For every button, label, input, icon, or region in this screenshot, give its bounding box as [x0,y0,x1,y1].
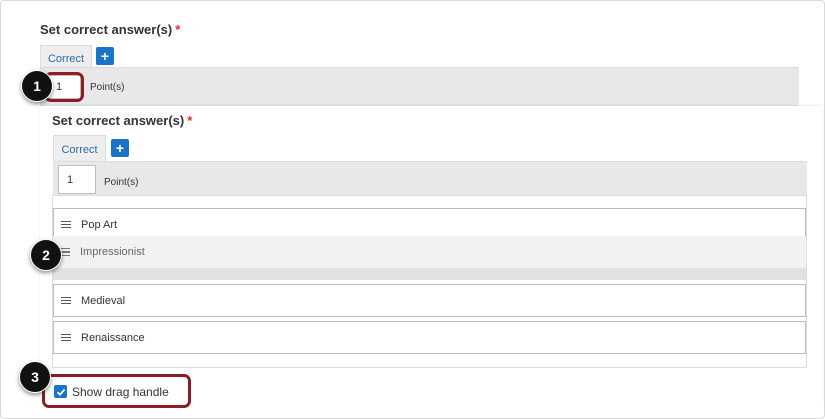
back-tab-correct-label: Correct [47,53,85,65]
list-item-medieval[interactable]: Medieval [53,284,806,317]
show-drag-handle-label[interactable]: Show drag handle [72,385,169,399]
list-item-label: Renaissance [81,331,145,344]
callout-badge-2: 2 [30,239,62,271]
front-points-label: Point(s) [104,177,139,188]
callout-badge-1: 1 [21,70,53,102]
drop-placeholder [53,268,806,280]
front-add-tab-button[interactable]: + [111,139,129,157]
list-item-label: Medieval [81,294,126,307]
drag-handle-icon[interactable] [61,296,71,305]
list-item-label: Pop Art [81,218,118,231]
callout-badge-3: 3 [19,361,51,393]
back-heading-text: Set correct answer(s) [40,22,173,37]
back-points-label: Point(s) [90,82,125,93]
list-item-label: Impressionist [80,246,145,258]
back-heading: Set correct answer(s) * [40,22,180,37]
plus-icon: + [100,48,110,64]
plus-icon: + [115,140,125,156]
front-points-input[interactable]: 1 [58,165,96,194]
back-points-bar [40,67,799,106]
drag-handle-icon[interactable] [61,220,71,229]
back-required-mark: * [175,22,181,37]
front-heading-text: Set correct answer(s) [52,113,185,128]
list-item-renaissance[interactable]: Renaissance [53,321,806,354]
front-points-value: 1 [67,173,74,186]
front-heading: Set correct answer(s) * [52,113,192,128]
show-drag-handle-checkbox[interactable] [54,385,67,398]
back-add-tab-button[interactable]: + [96,47,114,65]
front-required-mark: * [187,113,193,128]
list-item-impressionist-dragging[interactable]: Impressionist [53,236,806,268]
drag-handle-icon[interactable] [61,333,71,342]
front-tab-correct-label: Correct [61,143,98,156]
front-tab-correct[interactable]: Correct [53,135,106,163]
checkmark-icon [56,388,65,396]
